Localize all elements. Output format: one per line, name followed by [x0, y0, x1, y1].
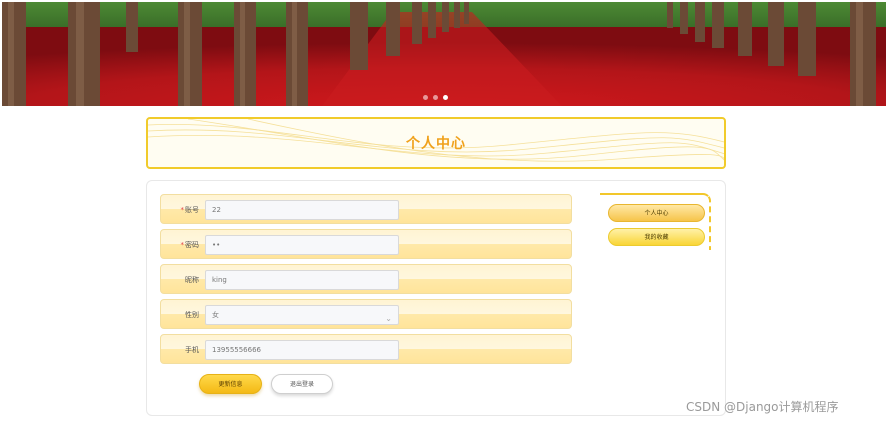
password-label: *密码 [180, 241, 200, 249]
chevron-down-icon[interactable]: ⌄ [385, 310, 392, 328]
form-row-gender: 性别 女 ⌄ [160, 299, 572, 329]
account-input[interactable]: 22 [205, 200, 399, 220]
side-menu-item-profile[interactable]: 个人中心 [608, 204, 705, 222]
watermark-text: CSDN @Django计算机程序 [686, 400, 839, 414]
phone-input[interactable]: 13955556666 [205, 340, 399, 360]
form-row-phone: 手机 13955556666 [160, 334, 572, 364]
gender-select-value: 女 [212, 311, 219, 319]
update-info-button[interactable]: 更新信息 [199, 374, 262, 394]
nickname-input[interactable]: king [205, 270, 399, 290]
password-input[interactable]: •• [205, 235, 399, 255]
autumn-forest-image [2, 2, 886, 106]
carousel-dots[interactable] [423, 95, 448, 100]
gender-label: 性别 [185, 311, 199, 319]
required-mark: * [180, 206, 185, 214]
form-row-password: *密码 •• [160, 229, 572, 259]
form-row-nickname: 昵称 king [160, 264, 572, 294]
side-menu-item-favorites[interactable]: 我的收藏 [608, 228, 705, 246]
phone-label: 手机 [185, 346, 199, 354]
logout-button[interactable]: 退出登录 [271, 374, 333, 394]
page-title: 个人中心 [406, 136, 466, 152]
carousel-dot[interactable] [433, 95, 438, 100]
carousel-dot[interactable] [423, 95, 428, 100]
form-row-account: *账号 22 [160, 194, 572, 224]
hero-banner [2, 2, 886, 106]
account-label: *账号 [180, 206, 200, 214]
nickname-label: 昵称 [185, 276, 199, 284]
carousel-dot-active[interactable] [443, 95, 448, 100]
required-mark: * [180, 241, 185, 249]
gender-select[interactable]: 女 ⌄ [205, 305, 399, 325]
page-title-card: 个人中心 [146, 117, 726, 169]
